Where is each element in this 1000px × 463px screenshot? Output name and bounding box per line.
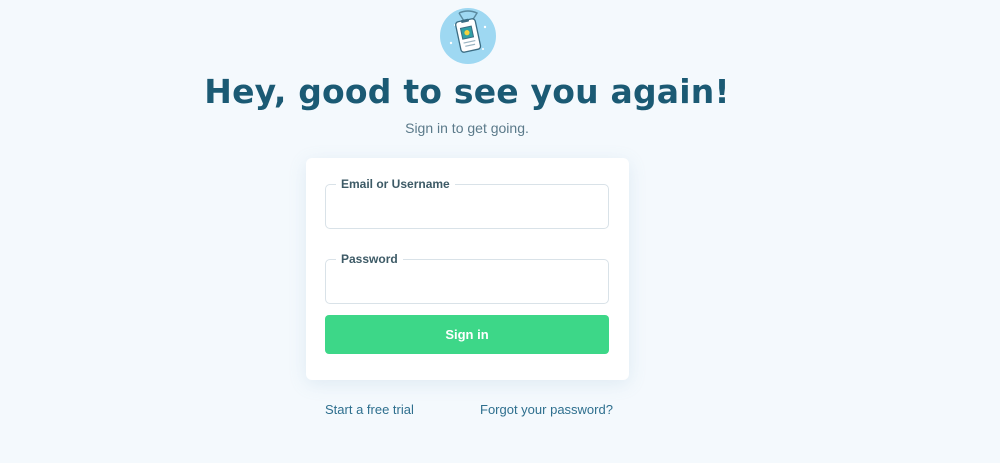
password-input[interactable]	[326, 260, 608, 303]
id-badge-icon	[439, 7, 497, 65]
email-input[interactable]	[326, 185, 608, 228]
forgot-password-link[interactable]: Forgot your password?	[480, 402, 613, 417]
password-field[interactable]: Password	[325, 252, 609, 304]
page-title: Hey, good to see you again!	[204, 72, 730, 111]
free-trial-link[interactable]: Start a free trial	[325, 402, 414, 417]
login-card: Email or Username Password Sign in	[306, 158, 629, 380]
sign-in-button[interactable]: Sign in	[325, 315, 609, 354]
login-page: Hey, good to see you again! Sign in to g…	[0, 0, 1000, 463]
page-subtitle: Sign in to get going.	[405, 120, 529, 136]
email-field[interactable]: Email or Username	[325, 177, 609, 229]
